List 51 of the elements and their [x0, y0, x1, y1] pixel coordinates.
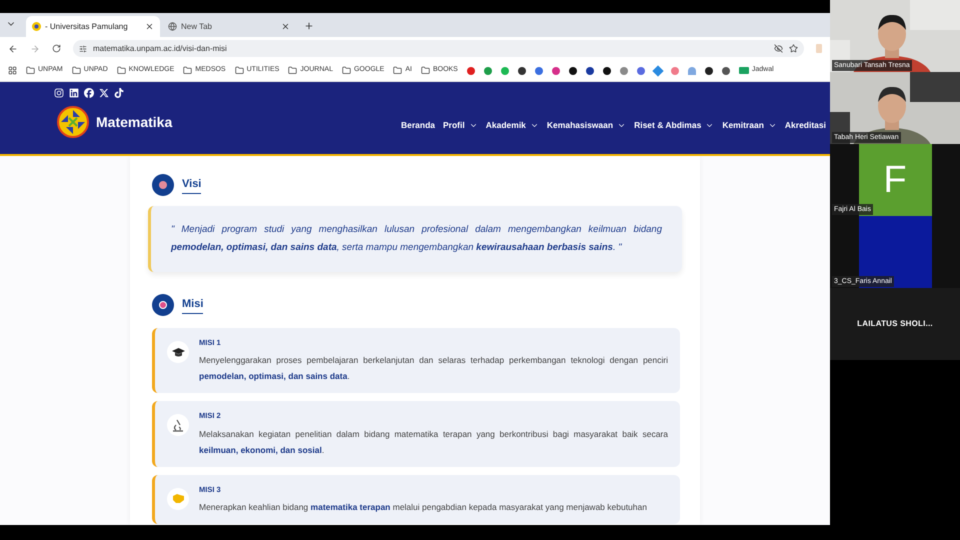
browser-tab[interactable]: New Tab — [162, 16, 296, 37]
nav-link[interactable]: Akademik — [486, 118, 539, 132]
folder-icon — [72, 66, 81, 75]
nav-link[interactable]: Kemahasiswaan — [546, 118, 626, 132]
mission-text: Menyelenggarakan proses pembelajaran berkelanjutan dan selaras terhadap perkembangan teknologi dengan penciri pemodelan, optimasi, dan sains data. — [199, 354, 668, 384]
back-icon[interactable] — [8, 44, 18, 54]
new-tab-icon[interactable] — [304, 21, 314, 31]
folder-icon — [393, 66, 402, 75]
target-icon — [152, 294, 174, 316]
close-icon[interactable] — [281, 22, 290, 31]
sheet-icon — [738, 67, 749, 74]
mission-text: Menerapkan keahlian bidang matematika terapan melalui pengabdian kepada masyarakat yang menjawab kebutuhan — [199, 500, 648, 514]
reload-icon[interactable] — [52, 44, 61, 53]
folder-icon — [116, 66, 126, 75]
folder-icon — [234, 66, 244, 75]
apps-icon[interactable] — [8, 66, 17, 75]
folder-icon — [288, 66, 298, 75]
nav-link[interactable]: Riset & Abdimas — [634, 118, 714, 132]
url-text: matematika.unpam.ac.id/visi-dan-misi — [93, 42, 228, 54]
vision-text: " Menjadi program studi yang menghasilkan lulusan profesional dalam mengembangkan keilmuan bidang pemodelan, optimasi, dan sains data, serta mampu mengembangkan kewirausahaan berbasis sains. " — [171, 223, 662, 255]
nav-link[interactable]: Profil — [443, 118, 478, 132]
globe-icon — [168, 22, 177, 31]
favicon-icon — [32, 22, 41, 31]
avatar-initial: F — [883, 161, 907, 199]
section-title: Misi — [182, 296, 204, 314]
site-settings-icon[interactable] — [79, 44, 87, 52]
folder-icon — [26, 66, 35, 75]
nav-link[interactable]: Kemitraan — [722, 118, 777, 132]
browser-tab[interactable]: - Universitas Pamulang — [26, 16, 160, 37]
tab-title: - Universitas Pamulang — [45, 20, 129, 32]
nav-link[interactable]: Beranda — [401, 118, 436, 132]
nav-link[interactable]: Akreditasi — [784, 118, 826, 132]
linkedin-icon[interactable] — [69, 88, 79, 98]
eye-off-icon[interactable] — [774, 44, 783, 53]
x-icon[interactable] — [99, 88, 109, 98]
tiktok-icon[interactable] — [114, 88, 124, 98]
folder-icon — [342, 66, 351, 75]
address-bar[interactable]: matematika.unpam.ac.id/visi-dan-misi — [73, 40, 804, 57]
section-title: Visi — [182, 176, 202, 194]
instagram-icon[interactable] — [54, 88, 64, 98]
mission-text: Melaksanakan kegiatan penelitian dalam bidang matematika terapan yang berkontribusi bagi masyarakat baik secara keilmuan, ekonomi, dan sosial. — [199, 428, 668, 456]
close-icon[interactable] — [145, 22, 154, 31]
tab-title: New Tab — [181, 20, 213, 32]
folder-icon — [183, 66, 192, 75]
facebook-icon[interactable] — [84, 88, 94, 98]
folder-icon — [420, 66, 430, 75]
logo-icon — [57, 106, 89, 138]
bookmark-star-icon[interactable] — [789, 44, 798, 53]
brand-name[interactable]: Matematika — [96, 112, 172, 132]
graduation-cap-icon — [172, 346, 184, 358]
participant-name: LAILATUS SHOLI... — [857, 318, 933, 330]
